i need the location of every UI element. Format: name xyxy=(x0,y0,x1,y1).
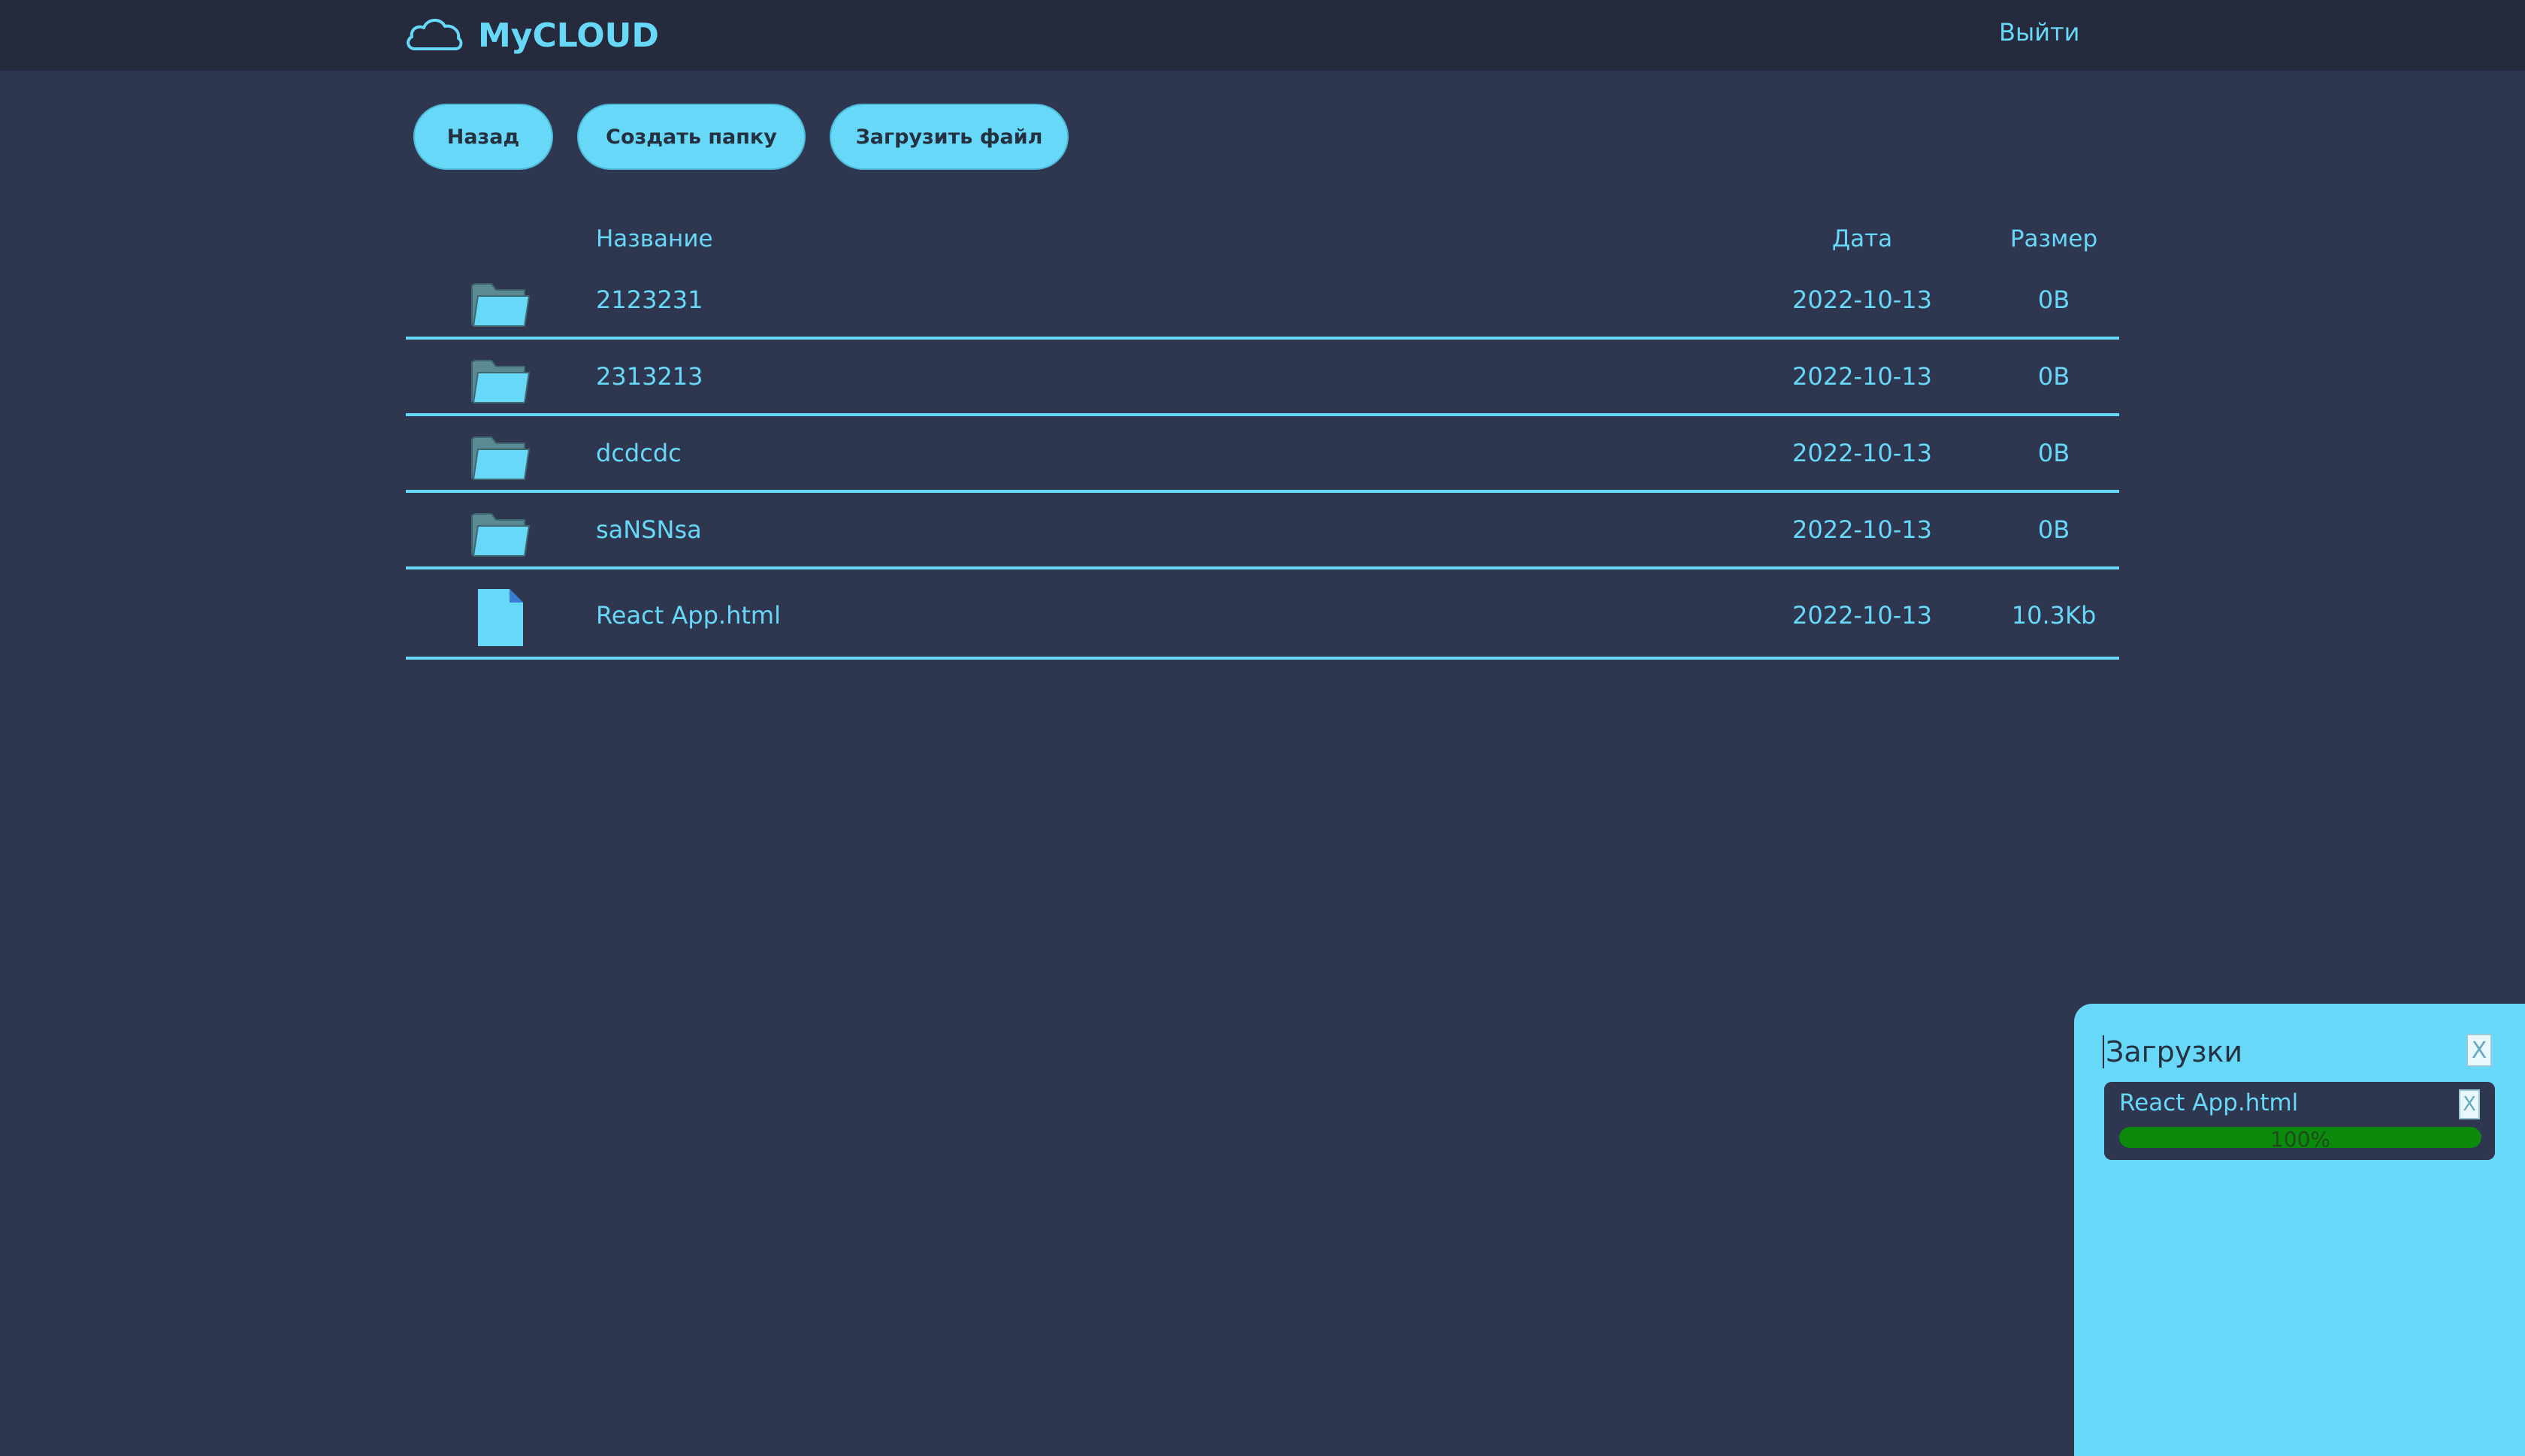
uploads-close-button[interactable]: X xyxy=(2466,1034,2492,1067)
row-size: 0B xyxy=(2037,362,2070,391)
row-date: 2022-10-13 xyxy=(1792,362,1932,391)
logout-link[interactable]: Выйти xyxy=(1999,18,2079,47)
row-date: 2022-10-13 xyxy=(1792,515,1932,544)
folder-icon xyxy=(470,281,531,331)
create-folder-button[interactable]: Создать папку xyxy=(577,104,806,170)
row-name[interactable]: React App.html xyxy=(596,601,781,630)
upload-file-name: React App.html xyxy=(2119,1089,2299,1116)
row-size: 0B xyxy=(2037,285,2070,314)
upload-item-close-button[interactable]: X xyxy=(2459,1089,2480,1119)
row-size: 0B xyxy=(2037,515,2070,544)
row-name[interactable]: 2313213 xyxy=(596,362,703,391)
table-header: Название Дата Размер xyxy=(406,218,2119,263)
uploads-title: Загрузки xyxy=(2103,1035,2242,1068)
upload-progress-label: 100% xyxy=(2269,1127,2331,1148)
row-name[interactable]: dcdcdc xyxy=(596,439,682,467)
table-row[interactable]: React App.html 2022-10-13 10.3Kb xyxy=(406,569,2119,660)
column-header-size[interactable]: Размер xyxy=(1979,225,2129,252)
upload-progress-bar: 100% xyxy=(2119,1127,2481,1148)
row-size: 0B xyxy=(2037,439,2070,467)
upload-file-button[interactable]: Загрузить файл xyxy=(830,104,1069,170)
row-date: 2022-10-13 xyxy=(1792,601,1932,630)
uploads-panel: Загрузки X React App.html X 100% xyxy=(2074,1004,2525,1456)
row-size: 10.3Kb xyxy=(2011,601,2097,630)
upload-item: React App.html X 100% xyxy=(2104,1082,2495,1160)
column-header-name[interactable]: Название xyxy=(596,225,713,252)
table-row[interactable]: 2123231 2022-10-13 0B xyxy=(406,263,2119,340)
row-date: 2022-10-13 xyxy=(1792,439,1932,467)
column-header-date[interactable]: Дата xyxy=(1806,225,1919,252)
table-row[interactable]: dcdcdc 2022-10-13 0B xyxy=(406,416,2119,493)
cloud-icon xyxy=(404,13,464,58)
row-name[interactable]: 2123231 xyxy=(596,285,703,314)
row-date: 2022-10-13 xyxy=(1792,285,1932,314)
file-table: Название Дата Размер 2123231 2022-10-13 … xyxy=(406,218,2119,660)
brand-logo[interactable]: MyCLOUD xyxy=(404,11,659,60)
folder-icon xyxy=(470,358,531,407)
top-bar: MyCLOUD Выйти xyxy=(0,0,2525,71)
folder-icon xyxy=(470,434,531,484)
back-button[interactable]: Назад xyxy=(413,104,553,170)
brand-name: MyCLOUD xyxy=(478,16,659,55)
file-icon xyxy=(476,588,525,651)
table-row[interactable]: 2313213 2022-10-13 0B xyxy=(406,340,2119,416)
row-name[interactable]: saNSNsa xyxy=(596,515,702,544)
table-row[interactable]: saNSNsa 2022-10-13 0B xyxy=(406,493,2119,569)
folder-icon xyxy=(470,511,531,560)
